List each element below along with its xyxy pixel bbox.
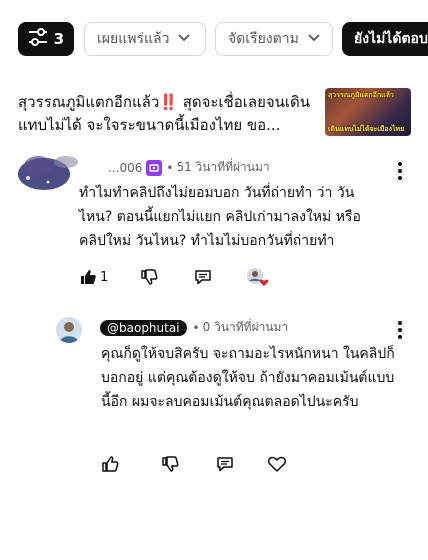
comment-more-icon[interactable]: [392, 161, 408, 181]
comment-author[interactable]: ...006: [108, 161, 142, 175]
heart-icon[interactable]: [265, 452, 289, 476]
sort-dropdown[interactable]: จัดเรียงตาม: [215, 22, 333, 56]
filter-count: 3: [53, 30, 65, 48]
dislike-icon[interactable]: [158, 452, 182, 476]
like-icon[interactable]: [98, 452, 122, 476]
filter-bar: 3 เผยแพร่แล้ว จัดเรียงตาม ยังไม่ได้ตอบ: [18, 22, 428, 58]
published-label: เผยแพร่แล้ว: [97, 31, 170, 47]
filter-button[interactable]: 3: [18, 22, 74, 56]
meta-separator: •: [166, 160, 174, 175]
published-dropdown[interactable]: เผยแพร่แล้ว: [84, 22, 206, 56]
like-filled-icon[interactable]: [76, 265, 100, 289]
reply-icon[interactable]: [191, 265, 215, 289]
like-count: 1: [100, 270, 109, 285]
unreplied-chip[interactable]: ยังไม่ได้ตอบ: [342, 22, 428, 56]
meta-separator: •: [192, 320, 200, 335]
unreplied-label: ยังไม่ได้ตอบ: [354, 31, 428, 47]
creator-heart-icon[interactable]: [245, 265, 271, 289]
video-title[interactable]: สุวรรณภูมิแตกอีกแล้ว‼️ สุดจะเชื่อเลยจนเด…: [18, 91, 318, 137]
comment-text: ทำไมทำคลิปถึงไม่ยอมบอก วันที่ถ่ายทำ ว่า …: [79, 185, 361, 249]
reply-icon[interactable]: [213, 452, 237, 476]
chevron-down-icon: [177, 31, 191, 47]
video-thumbnail[interactable]: สุวรรณภูมิแตกอีกแล้ว เดินแทบไม่ได้จะเมือ…: [325, 88, 411, 136]
reply-meta: @baophutai • 0 วินาทีที่ผ่านมา: [100, 318, 288, 337]
dislike-icon[interactable]: [137, 265, 161, 289]
reply-author[interactable]: @baophutai: [100, 319, 187, 336]
thumbnail-caption-bottom: เดินแทบไม่ได้จะเมืองไทย: [328, 125, 405, 133]
comment-meta: ...006 • 51 วินาทีที่ผ่านมา: [108, 158, 270, 177]
reply-time[interactable]: 0 วินาทีที่ผ่านมา: [203, 318, 289, 337]
reply-text: คุณก็ดูให้จบสิครับ จะถามอะไรหนักหนา ในคล…: [101, 346, 395, 410]
thumbnail-caption-top: สุวรรณภูมิแตกอีกแล้ว: [328, 91, 394, 99]
comment-time[interactable]: 51 วินาทีที่ผ่านมา: [176, 158, 269, 177]
commenter-avatar[interactable]: [18, 152, 78, 194]
chevron-down-icon: [307, 31, 321, 47]
sliders-icon: [28, 28, 48, 50]
reply-more-icon[interactable]: [392, 320, 408, 340]
sort-label: จัดเรียงตาม: [228, 31, 299, 47]
reply-avatar[interactable]: [56, 317, 82, 343]
member-badge-icon: [146, 159, 163, 176]
